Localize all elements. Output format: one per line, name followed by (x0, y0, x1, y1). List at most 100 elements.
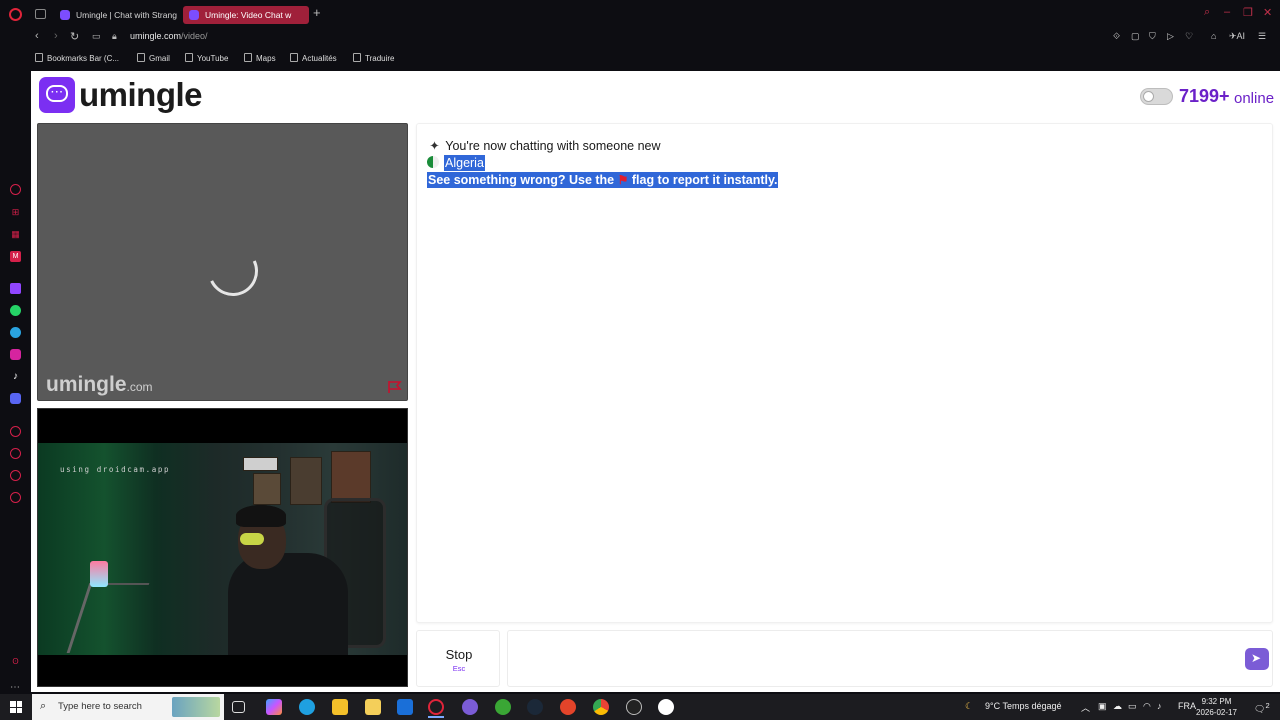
clock-date: 2026-02-17 (1196, 708, 1237, 717)
opera-gx-icon[interactable] (428, 699, 444, 718)
whatsapp-icon[interactable] (10, 305, 21, 316)
umingle-watermark: umingle.com (46, 373, 153, 397)
person-hair (236, 505, 286, 527)
language-indicator[interactable]: FRA (1178, 701, 1196, 711)
tab-umingle-video[interactable]: Umingle: Video Chat w (183, 6, 309, 24)
aria-ai-button[interactable]: ✈AI (1229, 31, 1245, 42)
copilot-icon[interactable] (266, 699, 282, 715)
menu-icon[interactable]: ☰ (1258, 31, 1266, 42)
file-explorer-icon[interactable] (332, 699, 348, 715)
report-hint: See something wrong? Use the ⚑ flag to r… (427, 172, 779, 188)
tray-network-icon[interactable]: ▭ (1128, 701, 1137, 712)
steam-icon[interactable] (527, 699, 543, 715)
close-window-icon[interactable]: ✕ (1263, 6, 1272, 19)
page-icon (244, 53, 252, 62)
edge-icon[interactable] (299, 699, 315, 715)
taskbar-search[interactable]: ⌕ Type here to search (32, 694, 224, 720)
algeria-flag-icon (427, 156, 439, 168)
page-icon (353, 53, 361, 62)
umingle-page: ··· umingle 7199+ online umingle.com usi… (31, 71, 1280, 692)
bookmark-label: Actualités (302, 54, 337, 63)
tiktok-icon[interactable]: ♪ (10, 371, 21, 382)
notifications-icon[interactable]: 🗨︎2 (1254, 701, 1270, 715)
reload-icon[interactable]: ↻ (70, 30, 79, 43)
utorrent-icon[interactable] (495, 699, 511, 715)
player-icon[interactable] (10, 426, 21, 437)
webcam-feed: using droidcam.app (38, 443, 407, 655)
twitch-icon[interactable] (10, 283, 21, 294)
umingle-app-icon[interactable] (462, 699, 478, 715)
send-button[interactable]: ➤ (1245, 648, 1269, 670)
volume-icon[interactable]: ♪ (1157, 701, 1162, 711)
history-icon[interactable] (10, 448, 21, 459)
weather-text[interactable]: 9°C Temps dégagé (985, 701, 1061, 711)
bookmark-maps[interactable]: Maps (244, 53, 276, 63)
browser-tab-bar: Umingle | Chat with Strang Umingle: Vide… (0, 0, 1280, 28)
bookmark-label: Gmail (149, 54, 170, 63)
stop-button[interactable]: Stop Esc (416, 630, 500, 687)
bookmark-folder[interactable]: Bookmarks Bar (C... (35, 53, 119, 63)
heart-icon[interactable]: ♡ (1185, 31, 1193, 42)
workspaces-icon[interactable] (35, 9, 46, 19)
extension-icon[interactable]: ⟐ (1113, 31, 1120, 42)
stranger-video: umingle.com (37, 123, 408, 401)
country-line: Algeria (427, 155, 485, 171)
snapshot-icon[interactable]: ▭ (92, 31, 101, 42)
mail-icon[interactable] (397, 699, 413, 715)
settings-icon[interactable] (10, 492, 21, 503)
bookmark-gmail[interactable]: Gmail (137, 53, 170, 63)
messenger-m-icon[interactable]: M (10, 251, 21, 262)
url-field[interactable]: umingle.com/video/ (130, 31, 208, 41)
new-tab-button[interactable]: + (313, 5, 321, 20)
message-input[interactable] (507, 630, 1273, 687)
tray-chevron-icon[interactable]: ︿ (1081, 701, 1090, 714)
weather-moon-icon: ☾ (965, 701, 974, 711)
app-red-icon[interactable] (560, 699, 576, 715)
feed-icon[interactable]: ▦ (10, 229, 21, 240)
task-view-icon[interactable] (232, 701, 245, 713)
glasses (240, 533, 264, 545)
extensions-icon[interactable] (10, 470, 21, 481)
bookmark-actualites[interactable]: Actualités (290, 53, 337, 63)
tray-cloud-icon[interactable]: ☁ (1113, 701, 1122, 712)
start-windows-icon[interactable] (10, 701, 22, 713)
opera-logo-icon[interactable] (9, 8, 22, 21)
report-flag-icon[interactable] (387, 380, 403, 394)
ai-label: AI (1236, 31, 1246, 41)
chrome-icon[interactable] (593, 699, 609, 715)
theme-toggle[interactable] (1140, 88, 1173, 105)
minimize-icon[interactable]: – (1224, 6, 1230, 18)
back-icon[interactable]: ‹ (35, 30, 39, 42)
wallet-icon[interactable]: ⌂ (1211, 31, 1216, 41)
tray-app-icon[interactable]: ▣ (1098, 701, 1107, 712)
maximize-icon[interactable]: ❐ (1243, 6, 1253, 19)
gx-icon[interactable]: ʘ (10, 656, 21, 667)
app-white-icon[interactable] (658, 699, 674, 715)
play-icon[interactable]: ▷ (1167, 31, 1174, 42)
logo-text[interactable]: umingle (79, 76, 203, 114)
clock[interactable]: 9:32 PM 2026-02-17 (1196, 696, 1237, 718)
search-tabs-icon[interactable]: ⌕ (1204, 6, 1210, 19)
watermark-text: umingle (46, 373, 127, 396)
bookmark-traduire[interactable]: Traduire (353, 53, 395, 63)
telegram-icon[interactable] (10, 327, 21, 338)
store-icon[interactable] (365, 699, 381, 715)
more-icon[interactable]: ⋯ (10, 682, 20, 693)
shopping-icon[interactable]: ⊞ (10, 207, 21, 218)
system-message: ✦ You're now chatting with someone new (427, 138, 660, 153)
country-name: Algeria (444, 155, 485, 171)
discord-icon[interactable] (10, 393, 21, 404)
shield-icon[interactable]: ⛉ (1149, 31, 1156, 42)
tab-umingle-chat[interactable]: Umingle | Chat with Strang (54, 6, 178, 24)
online-label: online (1234, 90, 1275, 107)
instagram-icon[interactable] (10, 349, 21, 360)
poster (331, 451, 371, 503)
forward-icon[interactable]: › (54, 30, 58, 42)
wifi-icon[interactable]: ◠ (1143, 701, 1151, 712)
app-dark-icon[interactable] (626, 699, 642, 715)
chat-log[interactable]: ✦ You're now chatting with someone new A… (416, 123, 1273, 623)
tab-snap-icon[interactable]: ▢ (1131, 31, 1140, 42)
umingle-logo-icon[interactable]: ··· (39, 77, 75, 113)
bookmark-youtube[interactable]: YouTube (185, 53, 228, 63)
aria-icon[interactable] (10, 184, 21, 195)
